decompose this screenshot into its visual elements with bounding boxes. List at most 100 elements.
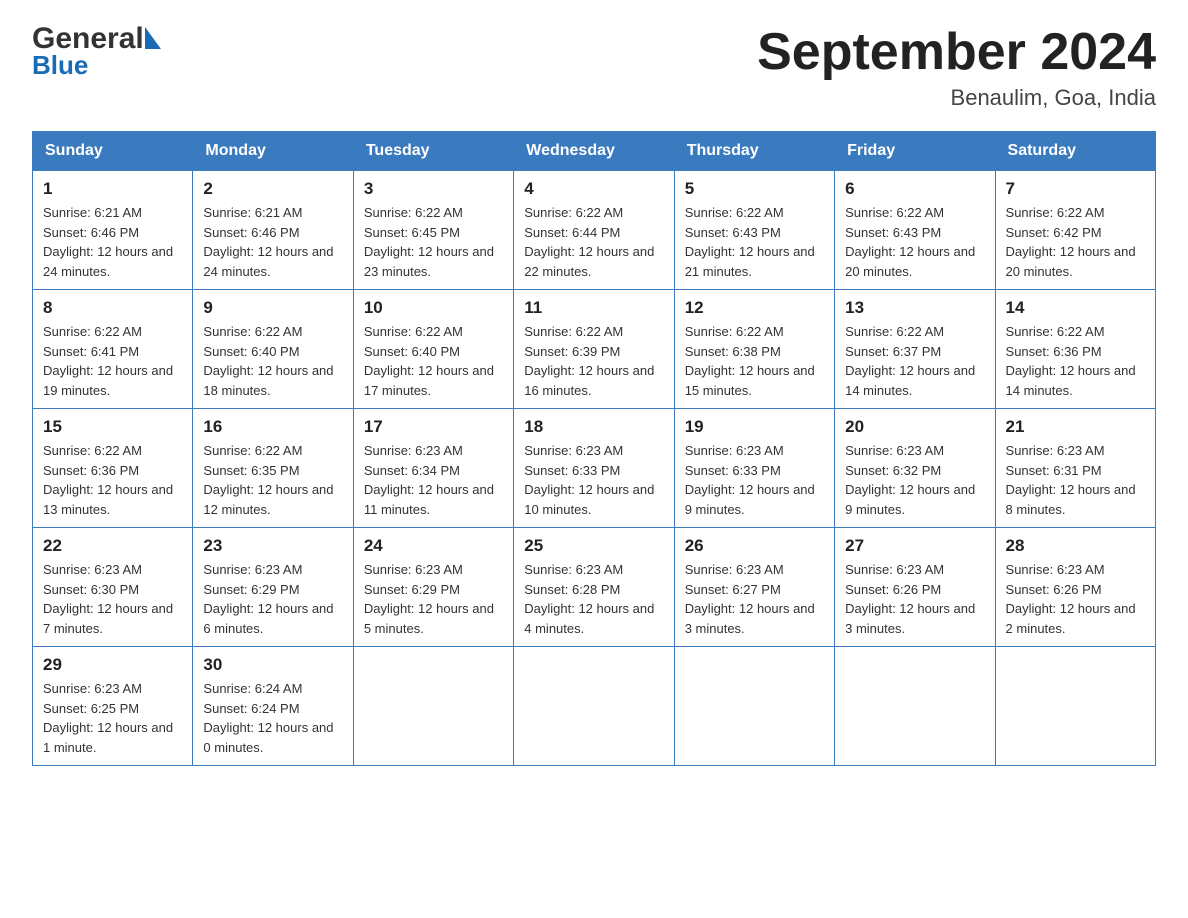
calendar-cell: 7 Sunrise: 6:22 AMSunset: 6:42 PMDaylight… (995, 171, 1155, 290)
calendar-cell: 9 Sunrise: 6:22 AMSunset: 6:40 PMDaylight… (193, 290, 353, 409)
calendar-cell: 19 Sunrise: 6:23 AMSunset: 6:33 PMDayligh… (674, 409, 834, 528)
calendar-cell (514, 647, 674, 766)
day-number: 28 (1006, 536, 1145, 556)
day-number: 16 (203, 417, 342, 437)
day-detail: Sunrise: 6:22 AMSunset: 6:41 PMDaylight:… (43, 322, 182, 400)
day-detail: Sunrise: 6:22 AMSunset: 6:38 PMDaylight:… (685, 322, 824, 400)
calendar-cell: 29Sunrise: 6:23 AMSunset: 6:25 PMDayligh… (33, 647, 193, 766)
header-friday: Friday (835, 132, 995, 171)
day-number: 27 (845, 536, 984, 556)
logo: General Blue (32, 24, 161, 78)
day-detail: Sunrise: 6:23 AMSunset: 6:32 PMDaylight:… (845, 441, 984, 519)
calendar-table: SundayMondayTuesdayWednesdayThursdayFrid… (32, 131, 1156, 766)
calendar-cell (835, 647, 995, 766)
calendar-cell: 18Sunrise: 6:23 AMSunset: 6:33 PMDayligh… (514, 409, 674, 528)
day-detail: Sunrise: 6:22 AMSunset: 6:40 PMDaylight:… (364, 322, 503, 400)
day-detail: Sunrise: 6:22 AMSunset: 6:39 PMDaylight:… (524, 322, 663, 400)
day-detail: Sunrise: 6:23 AMSunset: 6:26 PMDaylight:… (845, 560, 984, 638)
day-number: 9 (203, 298, 342, 318)
calendar-cell: 12 Sunrise: 6:22 AMSunset: 6:38 PMDayligh… (674, 290, 834, 409)
day-number: 7 (1006, 179, 1145, 199)
day-number: 29 (43, 655, 182, 675)
calendar-cell: 13 Sunrise: 6:22 AMSunset: 6:37 PMDayligh… (835, 290, 995, 409)
header-wednesday: Wednesday (514, 132, 674, 171)
calendar-week-2: 8Sunrise: 6:22 AMSunset: 6:41 PMDaylight… (33, 290, 1156, 409)
calendar-week-3: 15 Sunrise: 6:22 AMSunset: 6:36 PMDayligh… (33, 409, 1156, 528)
calendar-cell (353, 647, 513, 766)
calendar-cell: 20Sunrise: 6:23 AMSunset: 6:32 PMDayligh… (835, 409, 995, 528)
day-detail: Sunrise: 6:22 AMSunset: 6:44 PMDaylight:… (524, 203, 663, 281)
day-number: 26 (685, 536, 824, 556)
day-number: 30 (203, 655, 342, 675)
header-saturday: Saturday (995, 132, 1155, 171)
day-number: 10 (364, 298, 503, 318)
day-detail: Sunrise: 6:24 AMSunset: 6:24 PMDaylight:… (203, 679, 342, 757)
logo-arrow-icon (145, 27, 161, 49)
calendar-cell: 3 Sunrise: 6:22 AMSunset: 6:45 PMDaylight… (353, 171, 513, 290)
day-detail: Sunrise: 6:22 AMSunset: 6:37 PMDaylight:… (845, 322, 984, 400)
day-detail: Sunrise: 6:23 AMSunset: 6:33 PMDaylight:… (685, 441, 824, 519)
day-detail: Sunrise: 6:23 AMSunset: 6:31 PMDaylight:… (1006, 441, 1145, 519)
day-detail: Sunrise: 6:23 AMSunset: 6:29 PMDaylight:… (203, 560, 342, 638)
calendar-cell: 21 Sunrise: 6:23 AMSunset: 6:31 PMDayligh… (995, 409, 1155, 528)
calendar-cell: 23 Sunrise: 6:23 AMSunset: 6:29 PMDayligh… (193, 528, 353, 647)
calendar-cell: 24 Sunrise: 6:23 AMSunset: 6:29 PMDayligh… (353, 528, 513, 647)
day-number: 22 (43, 536, 182, 556)
calendar-cell: 14 Sunrise: 6:22 AMSunset: 6:36 PMDayligh… (995, 290, 1155, 409)
day-number: 18 (524, 417, 663, 437)
calendar-cell: 4 Sunrise: 6:22 AMSunset: 6:44 PMDaylight… (514, 171, 674, 290)
calendar-cell: 8Sunrise: 6:22 AMSunset: 6:41 PMDaylight… (33, 290, 193, 409)
calendar-cell: 30 Sunrise: 6:24 AMSunset: 6:24 PMDayligh… (193, 647, 353, 766)
day-detail: Sunrise: 6:22 AMSunset: 6:35 PMDaylight:… (203, 441, 342, 519)
calendar-cell (995, 647, 1155, 766)
calendar-cell: 2 Sunrise: 6:21 AMSunset: 6:46 PMDaylight… (193, 171, 353, 290)
day-number: 13 (845, 298, 984, 318)
day-detail: Sunrise: 6:22 AMSunset: 6:42 PMDaylight:… (1006, 203, 1145, 281)
calendar-week-4: 22Sunrise: 6:23 AMSunset: 6:30 PMDayligh… (33, 528, 1156, 647)
day-number: 25 (524, 536, 663, 556)
calendar-cell: 22Sunrise: 6:23 AMSunset: 6:30 PMDayligh… (33, 528, 193, 647)
day-number: 5 (685, 179, 824, 199)
day-detail: Sunrise: 6:22 AMSunset: 6:43 PMDaylight:… (685, 203, 824, 281)
calendar-cell (674, 647, 834, 766)
logo-blue: Blue (32, 52, 161, 78)
day-detail: Sunrise: 6:22 AMSunset: 6:36 PMDaylight:… (43, 441, 182, 519)
title-block: September 2024 Benaulim, Goa, India (757, 24, 1156, 111)
calendar-week-1: 1Sunrise: 6:21 AMSunset: 6:46 PMDaylight… (33, 171, 1156, 290)
day-detail: Sunrise: 6:22 AMSunset: 6:43 PMDaylight:… (845, 203, 984, 281)
page-header: General Blue September 2024 Benaulim, Go… (32, 24, 1156, 111)
calendar-cell: 25 Sunrise: 6:23 AMSunset: 6:28 PMDayligh… (514, 528, 674, 647)
day-number: 3 (364, 179, 503, 199)
day-number: 15 (43, 417, 182, 437)
day-number: 12 (685, 298, 824, 318)
day-number: 6 (845, 179, 984, 199)
day-number: 23 (203, 536, 342, 556)
calendar-cell: 6 Sunrise: 6:22 AMSunset: 6:43 PMDaylight… (835, 171, 995, 290)
header-sunday: Sunday (33, 132, 193, 171)
day-detail: Sunrise: 6:22 AMSunset: 6:36 PMDaylight:… (1006, 322, 1145, 400)
day-number: 19 (685, 417, 824, 437)
day-number: 4 (524, 179, 663, 199)
day-detail: Sunrise: 6:22 AMSunset: 6:40 PMDaylight:… (203, 322, 342, 400)
location-title: Benaulim, Goa, India (757, 85, 1156, 111)
day-detail: Sunrise: 6:23 AMSunset: 6:28 PMDaylight:… (524, 560, 663, 638)
header-tuesday: Tuesday (353, 132, 513, 171)
calendar-cell: 5 Sunrise: 6:22 AMSunset: 6:43 PMDaylight… (674, 171, 834, 290)
day-number: 11 (524, 298, 663, 318)
day-number: 24 (364, 536, 503, 556)
day-number: 2 (203, 179, 342, 199)
calendar-cell: 26Sunrise: 6:23 AMSunset: 6:27 PMDayligh… (674, 528, 834, 647)
calendar-cell: 27 Sunrise: 6:23 AMSunset: 6:26 PMDayligh… (835, 528, 995, 647)
header-monday: Monday (193, 132, 353, 171)
day-detail: Sunrise: 6:22 AMSunset: 6:45 PMDaylight:… (364, 203, 503, 281)
calendar-week-5: 29Sunrise: 6:23 AMSunset: 6:25 PMDayligh… (33, 647, 1156, 766)
day-number: 17 (364, 417, 503, 437)
day-detail: Sunrise: 6:23 AMSunset: 6:29 PMDaylight:… (364, 560, 503, 638)
day-detail: Sunrise: 6:21 AMSunset: 6:46 PMDaylight:… (203, 203, 342, 281)
calendar-cell: 10 Sunrise: 6:22 AMSunset: 6:40 PMDayligh… (353, 290, 513, 409)
calendar-cell: 16 Sunrise: 6:22 AMSunset: 6:35 PMDayligh… (193, 409, 353, 528)
day-number: 21 (1006, 417, 1145, 437)
calendar-cell: 15 Sunrise: 6:22 AMSunset: 6:36 PMDayligh… (33, 409, 193, 528)
day-number: 14 (1006, 298, 1145, 318)
day-detail: Sunrise: 6:21 AMSunset: 6:46 PMDaylight:… (43, 203, 182, 281)
